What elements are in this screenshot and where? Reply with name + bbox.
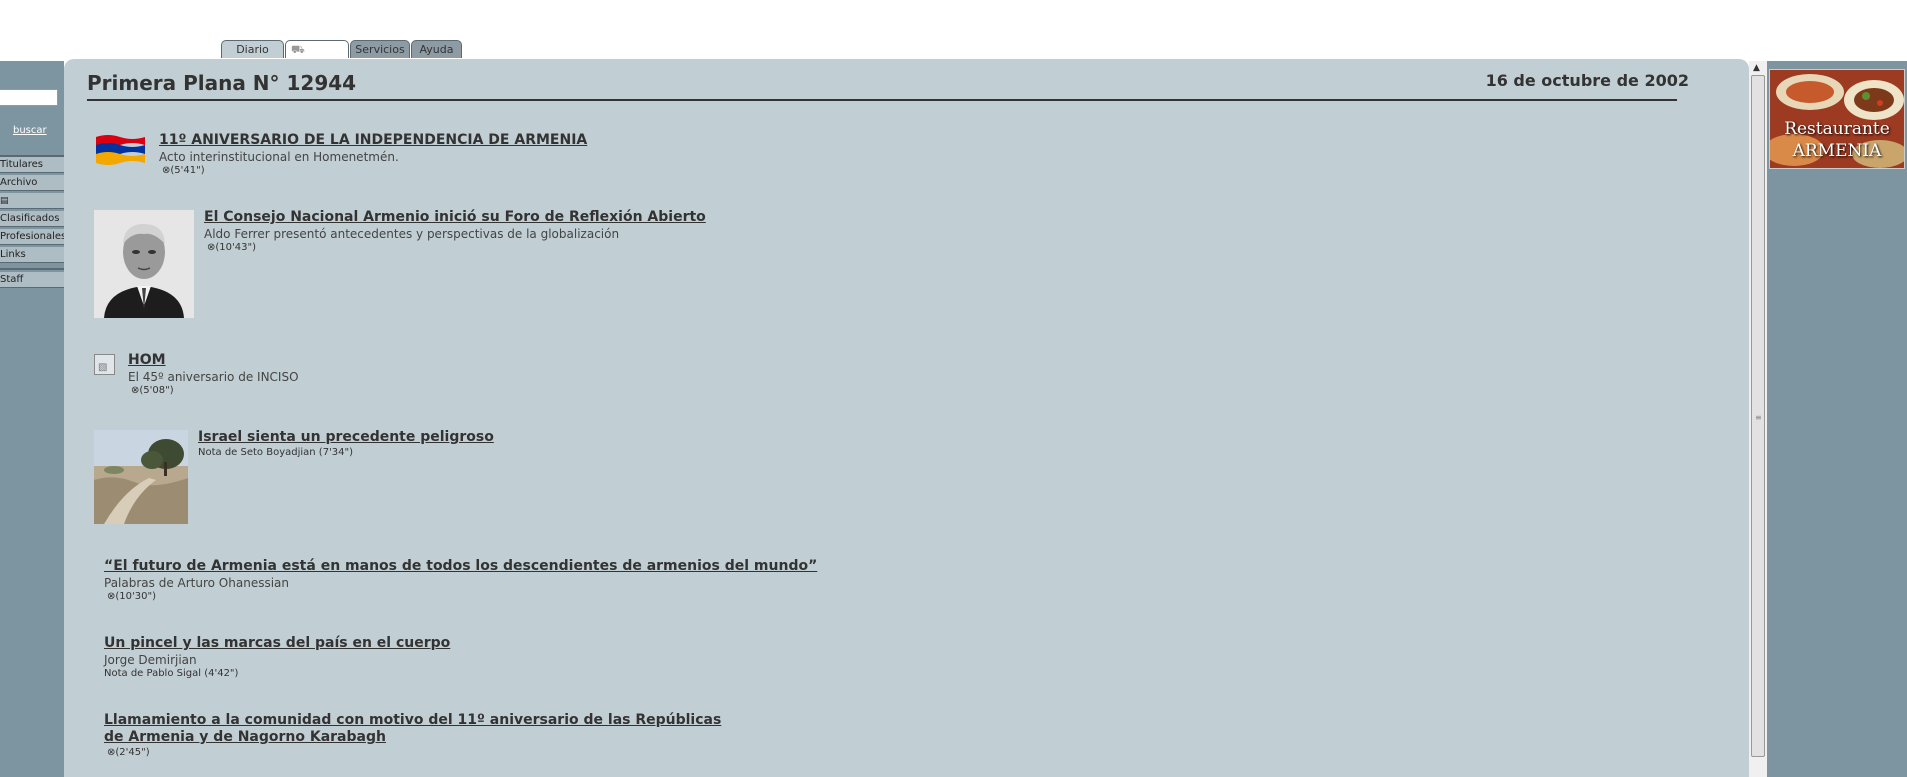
section-tabs: Diario ⛟ Servicios Ayuda <box>221 40 462 60</box>
sidebar-item-icon[interactable]: ▤ <box>0 193 64 209</box>
article-meta: Nota de Seto Boyadjian (7'34") <box>198 447 354 458</box>
article-subtitle: El 45º aniversario de INCISO <box>128 370 299 384</box>
tab-ayuda[interactable]: Ayuda <box>411 40 462 58</box>
article-headline[interactable]: HOM <box>128 352 166 368</box>
article-headline[interactable]: “El futuro de Armenia está en manos de t… <box>104 558 817 574</box>
scroll-up-arrow-icon[interactable]: ▲ <box>1753 63 1760 73</box>
sidebar-item-clasificados[interactable]: Clasificados <box>0 211 64 227</box>
article-headline[interactable]: El Consejo Nacional Armenio inició su Fo… <box>204 209 706 225</box>
scroll-thumb[interactable]: ≡ <box>1751 75 1765 757</box>
sidebar: buscar Titulares Archivo ▤ Clasificados … <box>0 61 64 777</box>
truck-icon: ⛟ <box>291 43 305 56</box>
sidebar-item-links[interactable]: Links <box>0 247 64 263</box>
sidebar-item-staff[interactable]: Staff <box>0 272 64 288</box>
portrait-photo[interactable] <box>94 210 194 318</box>
search-link[interactable]: buscar <box>13 125 47 136</box>
ad-line-1: Restaurante <box>1784 119 1890 139</box>
tab-servicios[interactable]: Servicios <box>350 40 410 58</box>
tab-blank[interactable]: ⛟ <box>285 40 349 58</box>
book-icon: ▤ <box>0 196 9 206</box>
article-subtitle: Jorge Demirjian <box>104 653 197 667</box>
article-duration: ⊗(10'43") <box>207 242 256 253</box>
article-duration: ⊗(5'41") <box>162 165 205 176</box>
landscape-photo[interactable] <box>94 430 188 524</box>
article-duration: ⊗(2'45") <box>107 747 150 758</box>
article-subtitle: Palabras de Arturo Ohanessian <box>104 576 289 590</box>
ad-text: Restaurante ARMENIA <box>1770 118 1904 162</box>
title-divider <box>87 99 1677 101</box>
article-subtitle: Aldo Ferrer presentó antecedentes y pers… <box>204 227 620 241</box>
grip-icon: ≡ <box>1755 413 1762 422</box>
armenian-flag-image[interactable] <box>94 133 147 167</box>
article-headline-line1[interactable]: Llamamiento a la comunidad con motivo de… <box>104 712 721 728</box>
sidebar-item-profesionales[interactable]: Profesionales <box>0 229 64 245</box>
article-headline[interactable]: 11º ANIVERSARIO DE LA INDEPENDENCIA DE A… <box>159 132 587 148</box>
right-column: Restaurante ARMENIA <box>1767 61 1907 777</box>
sidebar-item-archivo[interactable]: Archivo <box>0 175 64 191</box>
restaurant-ad-banner[interactable]: Restaurante ARMENIA <box>1769 69 1905 169</box>
article-duration: ⊗(10'30") <box>107 591 156 602</box>
vertical-scrollbar[interactable]: ▲ ≡ <box>1749 61 1767 777</box>
sidebar-item-titulares[interactable]: Titulares <box>0 157 64 173</box>
article-headline[interactable]: Un pincel y las marcas del país en el cu… <box>104 635 450 651</box>
sidebar-divider <box>0 268 64 270</box>
ad-line-2: ARMENIA <box>1792 141 1882 161</box>
article-subtitle: Acto interinstitucional en Homenetmén. <box>159 150 399 164</box>
article-headline-line2[interactable]: de Armenia y de Nagorno Karabagh <box>104 729 386 745</box>
article-duration: ⊗(5'08") <box>131 385 174 396</box>
article-headline[interactable]: Israel sienta un precedente peligroso <box>198 429 494 445</box>
page-title: Primera Plana N° 12944 <box>87 71 357 95</box>
page-date: 16 de octubre de 2002 <box>1485 71 1689 90</box>
broken-image-icon: ▧ <box>94 354 115 375</box>
search-input[interactable] <box>0 89 58 106</box>
main-content: Primera Plana N° 12944 16 de octubre de … <box>64 59 1749 777</box>
article-meta: Nota de Pablo Sigal (4'42") <box>104 668 239 679</box>
tab-diario[interactable]: Diario <box>221 40 284 58</box>
